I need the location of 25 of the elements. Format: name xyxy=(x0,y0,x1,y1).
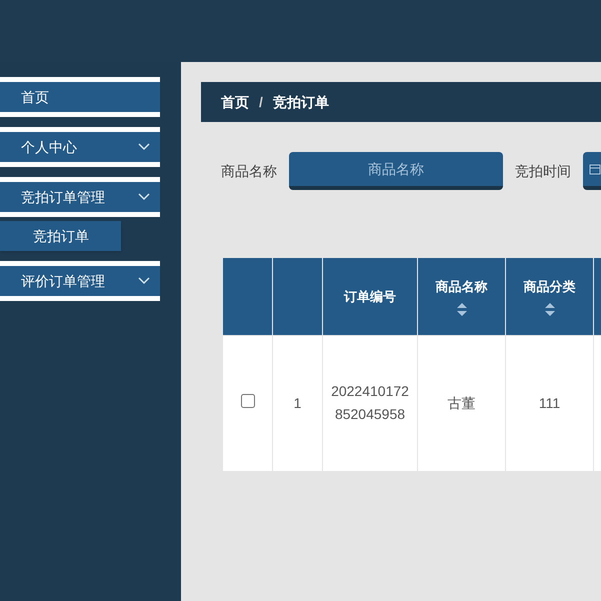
field-label: 竞拍时间 xyxy=(515,162,571,180)
row-checkbox[interactable] xyxy=(240,394,254,408)
column-title: 订单编号 xyxy=(344,288,396,306)
table-cell: 1 xyxy=(272,335,322,471)
input-field[interactable]: 商品名称 xyxy=(289,152,503,190)
column-header[interactable]: 订单编号 xyxy=(322,258,418,335)
submenu-item[interactable]: 竞拍订单 xyxy=(0,221,121,251)
menu-item[interactable]: 个人中心 xyxy=(0,127,160,167)
menu-item[interactable]: 首页 xyxy=(0,77,160,117)
column-title: 商品分类 xyxy=(524,278,576,296)
column-title: 商品名称 xyxy=(436,278,488,296)
column-header[interactable]: 商品名称 xyxy=(418,258,506,335)
menu-item[interactable]: 评价订单管理 xyxy=(0,261,160,301)
table-cell: 111 xyxy=(506,335,594,471)
breadcrumb-separator: / xyxy=(259,92,263,112)
table-cell: 古董 xyxy=(418,335,506,471)
breadcrumb-link[interactable]: 首页 xyxy=(221,92,249,112)
sort-icon[interactable] xyxy=(544,302,554,316)
column-header[interactable]: 商品分类 xyxy=(506,258,594,335)
table-cell: 2022410172852045958 xyxy=(322,335,418,471)
calendar-icon xyxy=(589,163,601,175)
sort-icon[interactable] xyxy=(456,302,466,316)
field-label: 商品名称 xyxy=(221,162,277,180)
menu-item[interactable]: 竞拍订单管理 xyxy=(0,177,160,217)
breadcrumb-link[interactable]: 竞拍订单 xyxy=(272,92,329,112)
